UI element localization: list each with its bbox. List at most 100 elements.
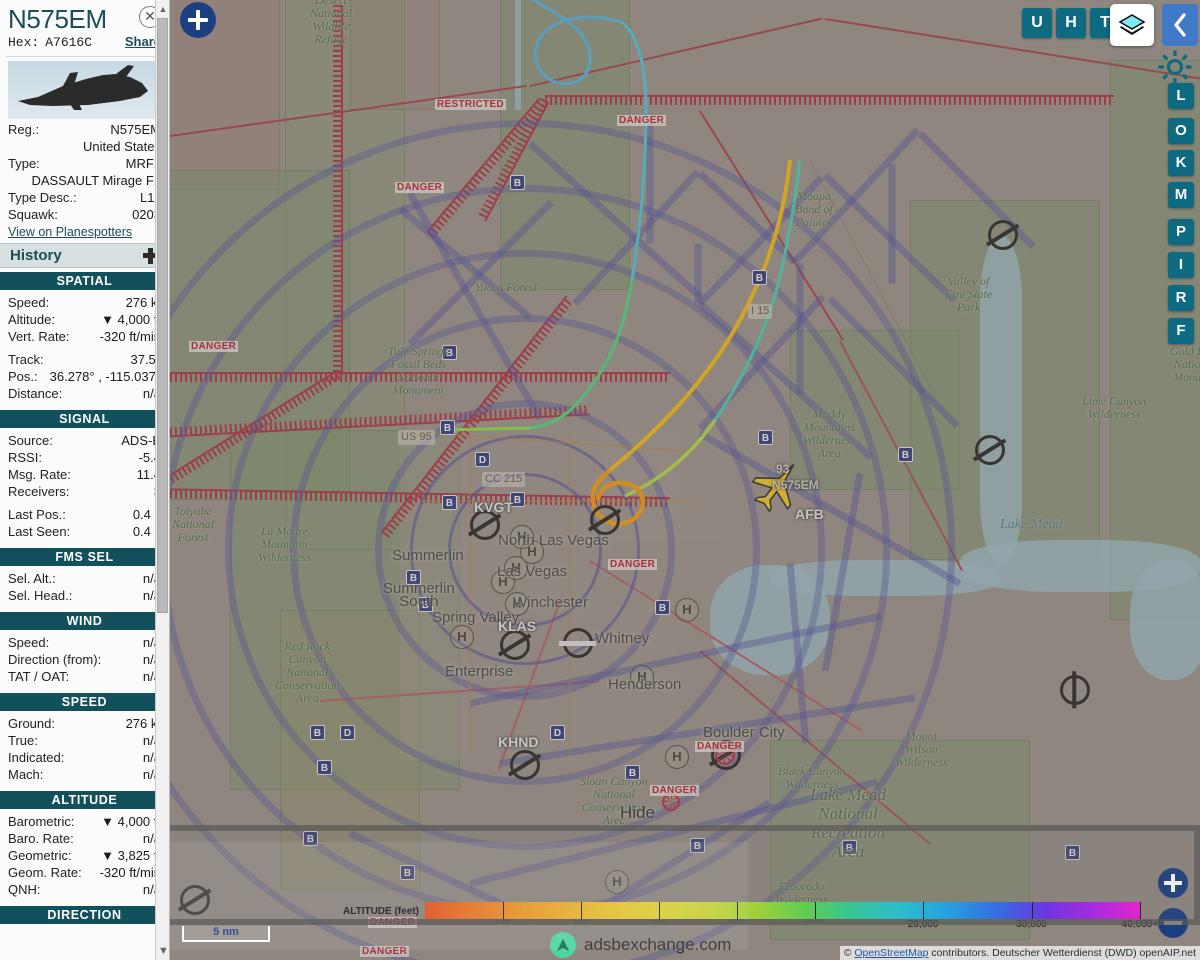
heliport-symbol: H <box>630 665 654 689</box>
airspace-class-chip: B <box>898 447 913 462</box>
add-aircraft-button[interactable] <box>180 2 216 38</box>
telemetry-key: RSSI: <box>8 450 42 465</box>
hazard-symbol <box>715 745 735 765</box>
map-layer-i[interactable]: I <box>1168 252 1194 278</box>
telemetry-row: Pos.: 36.278° , -115.037° <box>0 368 169 385</box>
heliport-symbol: H <box>450 625 474 649</box>
info-row: DASSAULT Mirage F1 <box>0 172 169 189</box>
telemetry-key: Sel. Head.: <box>8 588 73 603</box>
altitude-tick-label: 4,000 <box>573 919 589 925</box>
airspace-class-chip: B <box>758 430 773 445</box>
scrollbar-thumb[interactable] <box>157 18 168 613</box>
telemetry-row: Last Pos.: 0.4 s <box>0 506 169 523</box>
zoom-out-button[interactable] <box>1158 908 1188 938</box>
airspace-class-chip: B <box>303 831 318 846</box>
scale-label: 5 nm <box>213 926 239 938</box>
airspace-class-chip: B <box>406 570 421 585</box>
section-header: WIND <box>0 612 169 630</box>
map-layer-r[interactable]: R <box>1168 285 1194 311</box>
map-layer-f[interactable]: F <box>1168 318 1194 344</box>
heliport-symbol: H <box>605 870 629 894</box>
airspace-class-chip: D <box>475 452 490 467</box>
telemetry-row: Direction (from): n/a <box>0 651 169 668</box>
telemetry-key: Receivers: <box>8 484 70 499</box>
adsbexchange-watermark: adsbexchange.com <box>550 932 731 958</box>
section-header: DIRECTION <box>0 906 169 924</box>
airspace-class-chip: B <box>1065 845 1080 860</box>
watermark-text: adsbexchange.com <box>584 935 732 954</box>
chevron-left-icon <box>1174 13 1186 37</box>
layers-button[interactable] <box>1110 4 1154 46</box>
airspace-class-chip: B <box>442 495 457 510</box>
telemetry-key: QNH: <box>8 882 41 897</box>
info-value: N575EM <box>110 122 161 137</box>
settings-button[interactable] <box>1156 48 1194 86</box>
airport-symbol <box>180 885 210 915</box>
telemetry-value: ▼ 3,825 ft <box>101 848 161 863</box>
history-bar[interactable]: History <box>0 243 169 268</box>
attribution-prefix: © <box>843 947 855 959</box>
heliport-symbol: H <box>510 525 534 549</box>
telemetry-value: ▼ 4,000 ft <box>101 814 161 829</box>
map-layer-o[interactable]: O <box>1168 118 1194 144</box>
telemetry-key: Source: <box>8 433 53 448</box>
airspace-class-chip: B <box>752 270 767 285</box>
section-header: SIGNAL <box>0 410 169 428</box>
airspace-class-chip: B <box>440 420 455 435</box>
sidebar-scrollbar[interactable]: ▲ ▼ <box>155 0 169 960</box>
collapse-panel-button[interactable] <box>1162 4 1198 46</box>
airport-symbol <box>590 505 620 535</box>
airspace-class-chip: D <box>550 725 565 740</box>
section-header: SPATIAL <box>0 272 169 290</box>
info-value: United States <box>82 139 161 154</box>
telemetry-row: Speed: 276 kt <box>0 294 169 311</box>
map-canvas[interactable]: H H H H H H H H H H B B B B D B B B B B … <box>170 0 1200 960</box>
openstreetmap-link[interactable]: OpenStreetMap <box>854 947 928 959</box>
map-toggle-u[interactable]: U <box>1022 8 1052 38</box>
telemetry-row: Source: ADS-B <box>0 432 169 449</box>
telemetry-key: Last Seen: <box>8 524 71 539</box>
altitude-legend: ALTITUDE (feet) 2,000 4,000 6,000 8,000 10,0… <box>343 898 1158 932</box>
adsb-exchange-app: H H H H H H H H H H B B B B D B B B B B … <box>0 0 1200 960</box>
logo-glyph-icon <box>557 939 569 951</box>
section-body: Speed: n/a Direction (from): n/a TAT / OAT: n… <box>0 630 169 689</box>
info-row: Squawk: 0203 <box>0 206 169 223</box>
scroll-down-arrow-icon[interactable]: ▼ <box>158 946 169 957</box>
attribution-suffix: contributors. Deutscher Wetterdienst (DW… <box>928 947 1196 959</box>
section-header: SPEED <box>0 693 169 711</box>
map-layer-l[interactable]: L <box>1168 83 1194 109</box>
altitude-tick-label: 10,000 <box>805 919 824 925</box>
airspace-class-chip: B <box>400 865 415 880</box>
altitude-tick-label: 30,000 <box>1016 919 1047 930</box>
zoom-in-button[interactable] <box>1158 868 1188 898</box>
section-body: Speed: 276 kt Altitude: ▼ 4,000 ft Vert. Rat… <box>0 290 169 406</box>
telemetry-row: Geometric: ▼ 3,825 ft <box>0 847 169 864</box>
history-label: History <box>10 247 62 264</box>
airport-symbol <box>470 510 500 540</box>
altitude-tick <box>658 902 660 919</box>
telemetry-key: TAT / OAT: <box>8 669 70 684</box>
altitude-tick-label: 20,000 <box>907 919 939 930</box>
airspace-class-chip: B <box>510 175 525 190</box>
map-layer-k[interactable]: K <box>1168 150 1194 176</box>
flight-track <box>439 0 802 526</box>
scroll-up-arrow-icon[interactable]: ▲ <box>158 4 168 14</box>
telemetry-key: Indicated: <box>8 750 65 765</box>
map-toggle-h[interactable]: H <box>1056 8 1086 38</box>
info-row: Reg.: N575EM <box>0 121 169 138</box>
info-row: United States <box>0 138 169 155</box>
planespotters-link[interactable]: View on Planespotters <box>0 223 169 243</box>
telemetry-row: True: n/a <box>0 732 169 749</box>
aircraft-marker[interactable]: 93 N575EM <box>748 455 819 515</box>
hex-row: Hex: A7616C Share <box>0 34 169 54</box>
altitude-tick <box>1140 902 1141 919</box>
map-layer-p[interactable]: P <box>1168 219 1194 245</box>
airspace-class-chip: B <box>655 600 670 615</box>
telemetry-key: Track: <box>8 352 44 367</box>
map-layer-m[interactable]: M <box>1168 182 1194 208</box>
telemetry-row: Barometric: ▼ 4,000 ft <box>0 813 169 830</box>
altitude-tick <box>736 902 738 919</box>
map-tiles: H H H H H H H H H H B B B B D B B B B B … <box>170 0 1200 960</box>
telemetry-value: -320 ft/min <box>99 865 161 880</box>
altitude-tick <box>502 902 504 919</box>
